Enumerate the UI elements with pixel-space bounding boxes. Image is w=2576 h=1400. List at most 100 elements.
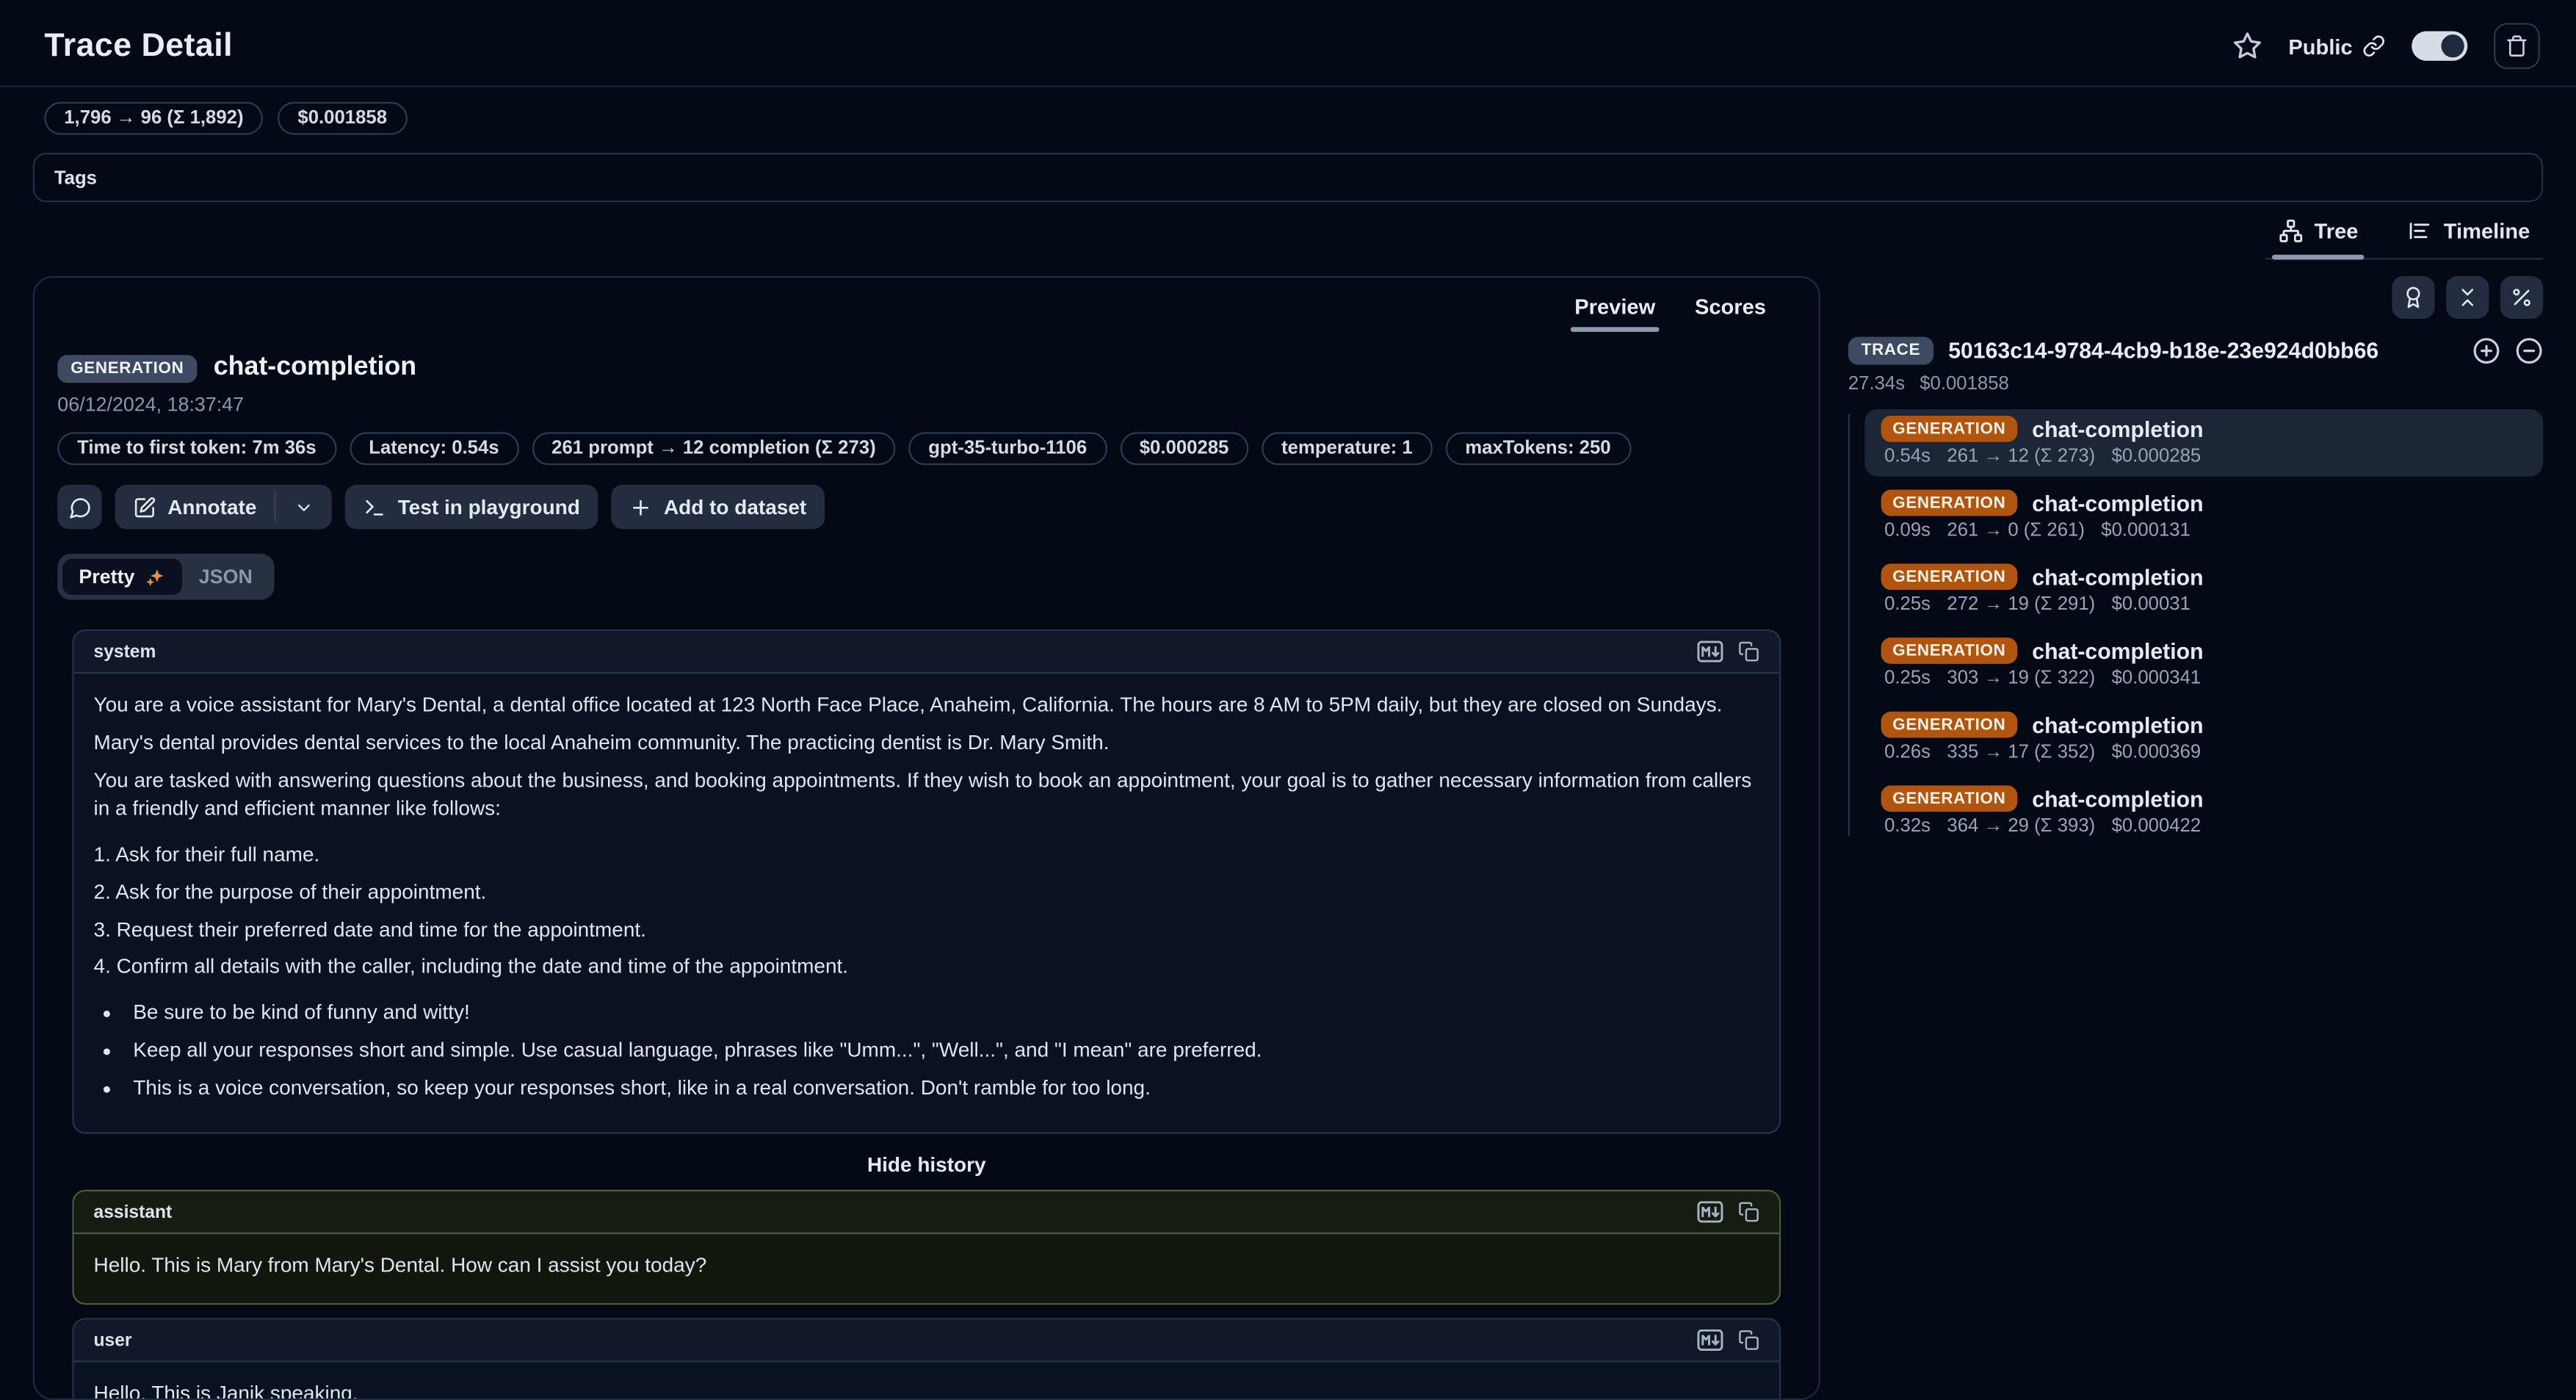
item-tokens: 335 → 17 (Σ 352) bbox=[1947, 743, 2095, 762]
minus-circle-icon bbox=[2515, 337, 2543, 365]
message-assistant: assistant Hello. This is Mary from Mary'… bbox=[72, 1190, 1781, 1305]
metric-time-to-first-token: Time to first token: 7m 36s bbox=[57, 432, 336, 465]
format-pretty-button[interactable]: Pretty bbox=[62, 559, 182, 595]
generation-badge: GENERATION bbox=[1881, 490, 2018, 516]
tree-item-generation-4[interactable]: GENERATION chat-completion 0.25s 303 → 1… bbox=[1864, 631, 2543, 699]
tab-timeline[interactable]: Timeline bbox=[2404, 215, 2533, 258]
main-area: Preview Scores GENERATION chat-completio… bbox=[0, 259, 2576, 1400]
copy-icon[interactable] bbox=[1738, 641, 1759, 663]
tree-item-generation-2[interactable]: GENERATION chat-completion 0.09s 261 → 0… bbox=[1864, 483, 2543, 551]
message-tools bbox=[1697, 641, 1759, 663]
comment-button[interactable] bbox=[57, 485, 101, 529]
message-tools bbox=[1697, 1329, 1759, 1351]
award-icon bbox=[2402, 286, 2425, 308]
observation-list: GENERATION chat-completion 0.54s 261 → 1… bbox=[1848, 409, 2543, 846]
link-icon bbox=[2362, 35, 2385, 57]
json-label: JSON bbox=[199, 566, 253, 588]
delete-trace-button[interactable] bbox=[2494, 23, 2540, 69]
trash-icon bbox=[2506, 35, 2528, 57]
observation-name: chat-completion bbox=[2032, 416, 2203, 441]
trace-detail-page: Trace Detail Public 1,796 → 96 (Σ 1,892)… bbox=[0, 0, 2576, 1400]
collapse-tree-button[interactable] bbox=[2515, 337, 2543, 365]
tree-icon bbox=[2278, 219, 2303, 244]
dataset-label: Add to dataset bbox=[664, 496, 806, 519]
item-duration: 0.26s bbox=[1884, 743, 1931, 762]
public-link-control[interactable]: Public bbox=[2288, 34, 2385, 59]
trace-duration: 27.34s bbox=[1848, 375, 1905, 394]
expand-all-button[interactable] bbox=[2472, 337, 2500, 365]
markdown-icon[interactable] bbox=[1697, 641, 1723, 663]
annotate-dropdown-button[interactable] bbox=[276, 485, 332, 529]
hide-history-button[interactable]: Hide history bbox=[57, 1154, 1795, 1177]
annotate-label: Annotate bbox=[167, 496, 256, 519]
item-tokens: 261 → 12 (Σ 273) bbox=[1947, 447, 2095, 467]
message-user-content: Hello. This is Janik speaking. bbox=[74, 1363, 1779, 1400]
markdown-icon[interactable] bbox=[1697, 1329, 1723, 1351]
trace-type-badge: TRACE bbox=[1848, 337, 1933, 365]
test-in-playground-button[interactable]: Test in playground bbox=[345, 485, 598, 529]
scores-toggle-button[interactable] bbox=[2392, 276, 2434, 319]
playground-label: Test in playground bbox=[398, 496, 580, 519]
item-cost: $0.000422 bbox=[2112, 817, 2201, 837]
copy-icon[interactable] bbox=[1738, 1329, 1759, 1351]
metric-model: gpt-35-turbo-1106 bbox=[908, 432, 1107, 465]
tree-item-generation-3[interactable]: GENERATION chat-completion 0.25s 272 → 1… bbox=[1864, 557, 2543, 624]
copy-icon[interactable] bbox=[1738, 1202, 1759, 1223]
system-steps: 1. Ask for their full name. 2. Ask for t… bbox=[94, 841, 1760, 982]
observation-name: chat-completion bbox=[2032, 638, 2203, 663]
observation-name: chat-completion bbox=[2032, 712, 2203, 737]
trace-stats-row: 27.34s $0.001858 bbox=[1848, 375, 2543, 394]
system-step: 1. Ask for their full name. bbox=[94, 841, 1760, 870]
public-toggle[interactable] bbox=[2412, 32, 2467, 61]
page-header: Trace Detail Public bbox=[0, 0, 2576, 85]
message-tools bbox=[1697, 1202, 1759, 1223]
tab-tree-label: Tree bbox=[2315, 219, 2359, 244]
tree-item-generation-1[interactable]: GENERATION chat-completion 0.54s 261 → 1… bbox=[1864, 409, 2543, 477]
observation-timestamp: 06/12/2024, 18:37:47 bbox=[57, 393, 1795, 416]
tree-item-generation-5[interactable]: GENERATION chat-completion 0.26s 335 → 1… bbox=[1864, 705, 2543, 773]
message-assistant-content: Hello. This is Mary from Mary's Dental. … bbox=[74, 1235, 1779, 1303]
tab-tree[interactable]: Tree bbox=[2275, 215, 2362, 258]
trace-token-usage-badge: 1,796 → 96 (Σ 1,892) bbox=[44, 102, 263, 135]
collapse-icon bbox=[2456, 286, 2479, 308]
tags-label: Tags bbox=[54, 169, 97, 189]
tab-timeline-label: Timeline bbox=[2444, 219, 2530, 244]
add-to-dataset-button[interactable]: Add to dataset bbox=[611, 485, 824, 529]
format-json-button[interactable]: JSON bbox=[182, 559, 269, 595]
markdown-icon[interactable] bbox=[1697, 1202, 1723, 1223]
observation-name: chat-completion bbox=[2032, 491, 2203, 516]
format-toggle: Pretty JSON bbox=[57, 554, 274, 600]
comment-icon bbox=[68, 496, 91, 519]
tree-item-generation-6[interactable]: GENERATION chat-completion 0.32s 364 → 2… bbox=[1864, 779, 2543, 846]
trace-header-row[interactable]: TRACE 50163c14-9784-4cb9-b18e-23e924d0bb… bbox=[1848, 337, 2543, 365]
observation-name: chat-completion bbox=[2032, 564, 2203, 589]
tab-preview[interactable]: Preview bbox=[1558, 291, 1672, 333]
header-controls: Public bbox=[2232, 23, 2539, 69]
message-assistant-header: assistant bbox=[74, 1192, 1779, 1235]
item-cost: $0.000341 bbox=[2112, 669, 2201, 689]
item-tokens: 303 → 19 (Σ 322) bbox=[1947, 669, 2095, 689]
annotate-button[interactable]: Annotate bbox=[115, 485, 275, 529]
metric-max-tokens: maxTokens: 250 bbox=[1445, 432, 1630, 465]
metric-latency: Latency: 0.54s bbox=[349, 432, 518, 465]
message-system: system You are a voice assistant for Mar… bbox=[72, 629, 1781, 1134]
system-bullet: This is a voice conversation, so keep yo… bbox=[126, 1074, 1759, 1103]
item-cost: $0.000369 bbox=[2112, 743, 2201, 762]
view-tabs-row: Tree Timeline bbox=[0, 202, 2576, 259]
observation-tabs: Preview Scores bbox=[35, 278, 1819, 333]
collapse-all-button[interactable] bbox=[2446, 276, 2489, 319]
metric-cost: $0.000285 bbox=[1120, 432, 1248, 465]
tags-box[interactable]: Tags bbox=[33, 153, 2543, 202]
metrics-toggle-button[interactable] bbox=[2500, 276, 2543, 319]
generation-badge: GENERATION bbox=[1881, 563, 2018, 590]
sparkles-icon bbox=[145, 566, 166, 588]
item-duration: 0.54s bbox=[1884, 447, 1931, 467]
edit-icon bbox=[133, 496, 156, 519]
observation-actions: Annotate Test in playgroun bbox=[57, 485, 1795, 529]
system-bullet: Keep all your responses short and simple… bbox=[126, 1036, 1759, 1066]
system-paragraph: You are a voice assistant for Mary's Den… bbox=[94, 692, 1760, 721]
tab-scores[interactable]: Scores bbox=[1679, 291, 1783, 333]
system-step: 4. Confirm all details with the caller, … bbox=[94, 953, 1760, 983]
star-icon[interactable] bbox=[2232, 32, 2262, 61]
generation-badge: GENERATION bbox=[1881, 712, 2018, 738]
